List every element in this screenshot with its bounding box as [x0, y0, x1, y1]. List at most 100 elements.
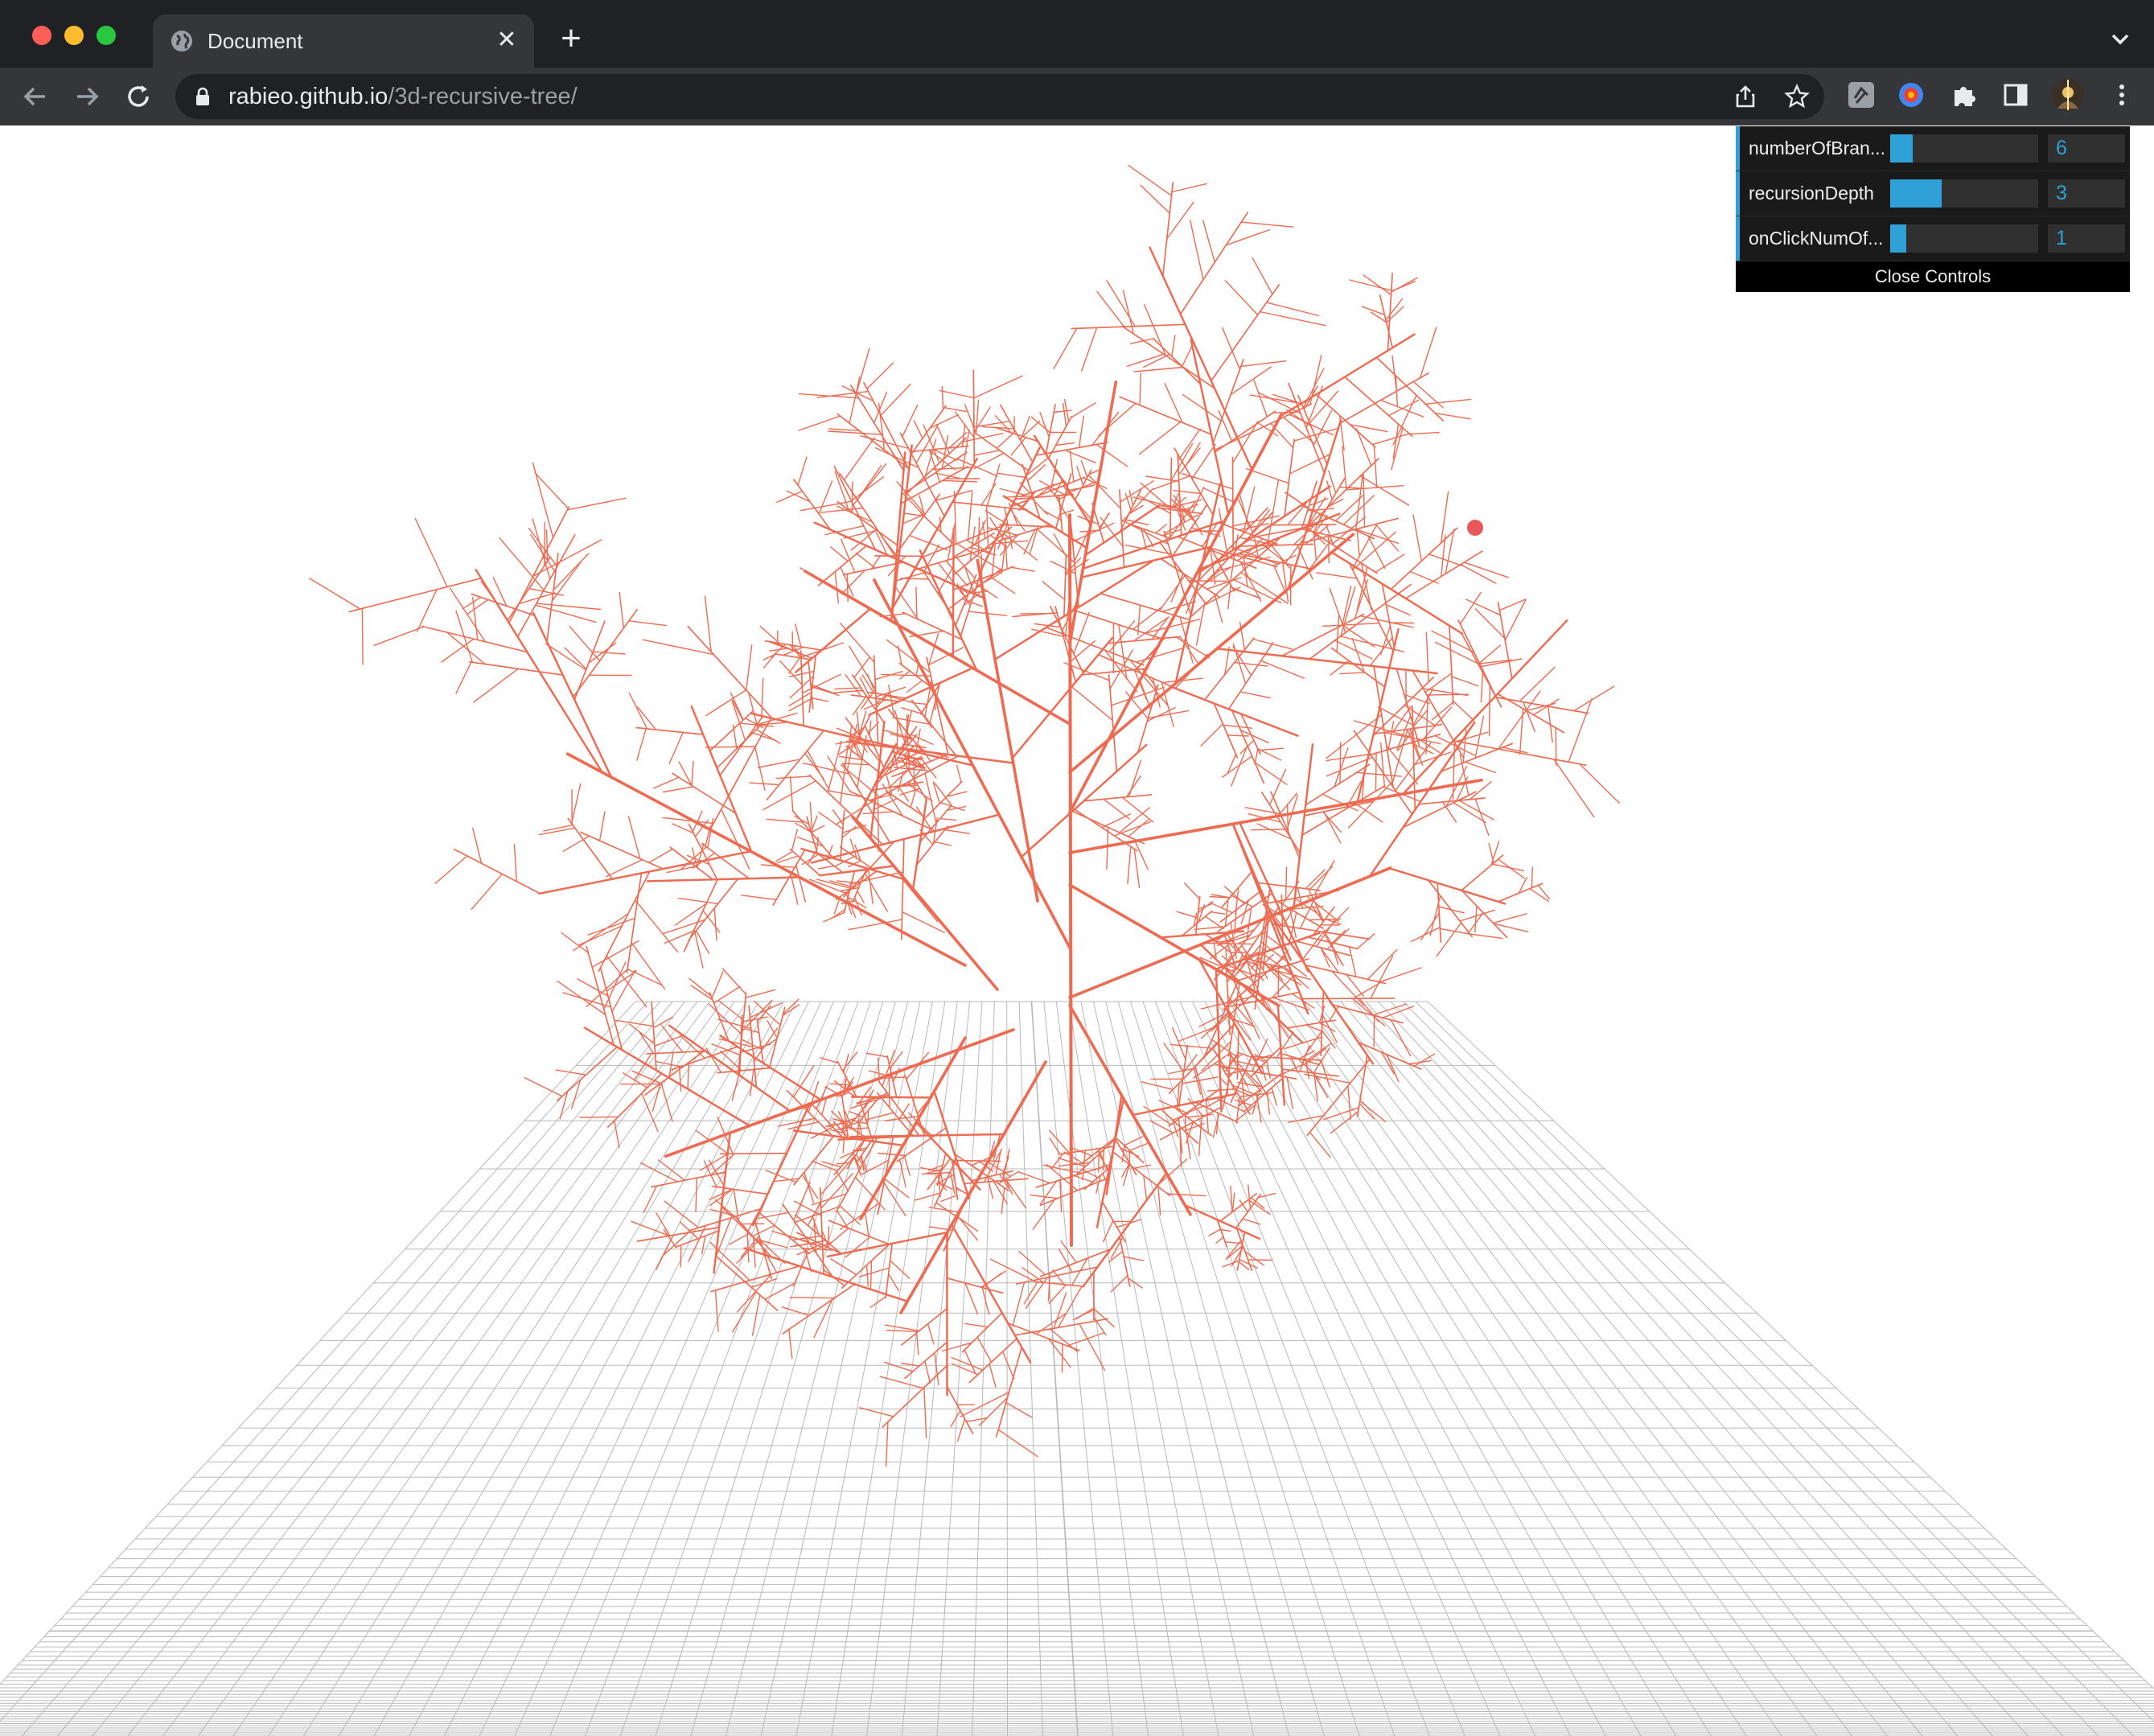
tree-branch[interactable]	[908, 784, 933, 802]
tree-branch[interactable]	[1008, 502, 1019, 526]
tree-branch[interactable]	[997, 1429, 1038, 1458]
extension-icon[interactable]	[1847, 80, 1876, 109]
tree-branch[interactable]	[631, 941, 666, 990]
tree-branch[interactable]	[647, 848, 673, 864]
tree-branch[interactable]	[851, 481, 853, 513]
tree-branch[interactable]	[788, 697, 813, 712]
tree-branch[interactable]	[1392, 394, 1417, 446]
tree-branch[interactable]	[863, 381, 910, 471]
tree-branch[interactable]	[1355, 428, 1372, 467]
tree-branch[interactable]	[1030, 416, 1051, 434]
tree-branch[interactable]	[1183, 882, 1201, 900]
tree-branch[interactable]	[1177, 428, 1201, 462]
tree-branch[interactable]	[910, 790, 916, 808]
tree-branch[interactable]	[1342, 446, 1347, 490]
tree-branch[interactable]	[1497, 693, 1565, 734]
tree-branch[interactable]	[1157, 1186, 1161, 1216]
tree-branch[interactable]	[1230, 366, 1272, 396]
tree-branch[interactable]	[775, 775, 812, 780]
tree-branch[interactable]	[890, 451, 906, 623]
tree-branch[interactable]	[614, 1019, 654, 1027]
puzzle-icon[interactable]	[1950, 80, 1979, 109]
lock-icon[interactable]	[195, 87, 211, 106]
tree-branch[interactable]	[972, 369, 976, 465]
tree-branch[interactable]	[1170, 685, 1299, 737]
profile-avatar-icon[interactable]	[2051, 78, 2085, 112]
tree-branch[interactable]	[865, 1052, 889, 1058]
tree-branch[interactable]	[1069, 640, 1096, 663]
tree-branch[interactable]	[587, 917, 635, 936]
tree-branch[interactable]	[1187, 580, 1227, 582]
tree-branch[interactable]	[1242, 1218, 1261, 1225]
tree-branch[interactable]	[1391, 277, 1418, 293]
tree-branch[interactable]	[1331, 929, 1346, 944]
tree-branch[interactable]	[1392, 706, 1412, 732]
tree-branch[interactable]	[935, 1202, 959, 1219]
tree-branch[interactable]	[471, 873, 503, 911]
tree-branch[interactable]	[804, 1171, 815, 1203]
tree-branch[interactable]	[924, 1360, 931, 1384]
tree-branch[interactable]	[1230, 952, 1248, 954]
tree-branch[interactable]	[1373, 1014, 1375, 1047]
tree-branch[interactable]	[1053, 327, 1078, 369]
tree-branch[interactable]	[793, 1181, 811, 1221]
tree-branch[interactable]	[887, 1273, 899, 1292]
tree-branch[interactable]	[1459, 591, 1482, 625]
tree-branch[interactable]	[1339, 742, 1342, 784]
tree-branch[interactable]	[1078, 415, 1084, 449]
tree-branch[interactable]	[745, 989, 775, 998]
tree-branch[interactable]	[532, 462, 554, 539]
on-click-num-input[interactable]: 1	[2048, 224, 2125, 253]
tree-branch[interactable]	[348, 577, 482, 613]
tree-branch[interactable]	[553, 553, 590, 591]
tree-branch[interactable]	[1219, 1228, 1231, 1232]
tree-branch[interactable]	[1257, 748, 1282, 761]
tree-branch[interactable]	[628, 620, 667, 627]
tree-branch[interactable]	[910, 445, 969, 453]
tree-branch[interactable]	[467, 599, 489, 615]
tree-branch[interactable]	[1053, 1292, 1067, 1330]
recursion-depth-slider[interactable]	[1890, 179, 2038, 208]
tree-branch[interactable]	[820, 1057, 840, 1064]
tree-branch[interactable]	[1336, 614, 1340, 652]
tree-branch[interactable]	[1208, 1228, 1222, 1236]
tree-branch[interactable]	[687, 1063, 689, 1090]
tree-branch[interactable]	[731, 1070, 741, 1101]
tree-branch[interactable]	[901, 911, 945, 934]
tree-branch[interactable]	[1519, 708, 1524, 755]
tree-branch[interactable]	[920, 512, 955, 545]
tree-branch[interactable]	[1250, 829, 1286, 831]
tree-branch[interactable]	[1225, 229, 1271, 246]
reload-icon[interactable]	[122, 80, 154, 113]
tree-branch[interactable]	[943, 407, 968, 413]
tree-branch[interactable]	[749, 782, 780, 786]
tree-branch[interactable]	[1497, 858, 1526, 879]
tree-branch[interactable]	[795, 623, 802, 648]
tree-branch[interactable]	[822, 1228, 849, 1251]
tree-branch[interactable]	[1469, 781, 1492, 800]
tree-branch[interactable]	[1198, 1117, 1202, 1157]
tree-branch[interactable]	[956, 1418, 966, 1442]
tree-branch[interactable]	[1409, 570, 1439, 584]
tree-branch[interactable]	[967, 491, 973, 541]
tree-branch[interactable]	[997, 432, 1014, 449]
tree-branch[interactable]	[952, 528, 955, 658]
tree-branch[interactable]	[894, 710, 906, 743]
tree-branch[interactable]	[1284, 438, 1295, 517]
close-controls-button[interactable]: Close Controls	[1736, 261, 2130, 292]
tree-branch[interactable]	[865, 1212, 869, 1237]
tree-branch[interactable]	[920, 525, 1005, 559]
tree-branch[interactable]	[1409, 431, 1441, 435]
tree-branch[interactable]	[1127, 845, 1132, 885]
tree-branch[interactable]	[915, 661, 919, 677]
tree-branch[interactable]	[1200, 723, 1224, 747]
tree-branch[interactable]	[989, 1363, 997, 1388]
tree-branch[interactable]	[1122, 1162, 1131, 1187]
tree-branch[interactable]	[1080, 460, 1088, 479]
tree-branch[interactable]	[821, 1098, 827, 1116]
tree-branch[interactable]	[545, 529, 549, 562]
tree-branch[interactable]	[628, 692, 648, 730]
tree-branch[interactable]	[1452, 700, 1475, 722]
tree-branch[interactable]	[472, 596, 479, 641]
tree-branch[interactable]	[1159, 930, 1245, 939]
